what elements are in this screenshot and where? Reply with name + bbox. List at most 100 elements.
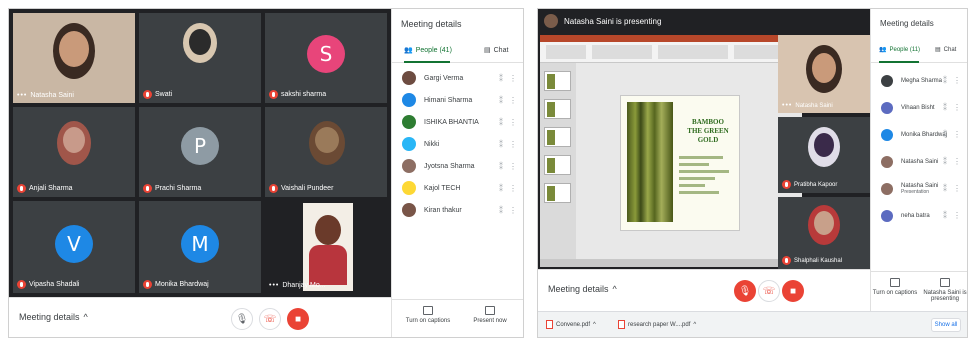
tab-chat[interactable]: ▤ Chat bbox=[484, 46, 509, 55]
mic-muted-icon: ⁑ bbox=[499, 95, 503, 105]
pdf-icon bbox=[618, 320, 625, 329]
participant-row[interactable]: Himani Sharma ⁑ ⋮ bbox=[392, 89, 523, 111]
tab-people-label: People (41) bbox=[415, 46, 452, 54]
tab-chat-label: Chat bbox=[493, 46, 509, 54]
participant-name: Kajol TECH bbox=[424, 184, 461, 192]
participant-row[interactable]: Kajol TECH ⁑ ⋮ bbox=[392, 177, 523, 199]
panel-tabs: 👥 People (11) ▤ Chat bbox=[871, 43, 967, 63]
mic-muted-icon: ⁑ bbox=[499, 161, 503, 171]
more-options-icon[interactable]: ⋮ bbox=[509, 206, 517, 215]
mic-muted-icon: ⁑ bbox=[499, 139, 503, 149]
participant-row[interactable]: ISHIKA BHANTIA ⁑ ⋮ bbox=[392, 111, 523, 133]
video-tile[interactable]: S sakshi sharma bbox=[265, 13, 387, 103]
participant-row[interactable]: Nikki ⁑ ⋮ bbox=[392, 133, 523, 155]
side-panel: Meeting details 👥 People (41) ▤ Chat Gar… bbox=[391, 9, 523, 337]
participant-row[interactable]: Megha Sharma ⁑ ⋮ bbox=[871, 67, 967, 94]
more-icon[interactable]: ••• bbox=[269, 282, 279, 289]
participant-name: Gargi Verma bbox=[424, 74, 464, 82]
participant-row[interactable]: Monika Bhardwaj ⁑ ⋮ bbox=[871, 121, 967, 148]
participant-face bbox=[59, 31, 89, 67]
camera-off-button[interactable]: ■ bbox=[782, 280, 804, 302]
more-options-icon[interactable]: ⋮ bbox=[509, 74, 517, 83]
more-options-icon[interactable]: ⋮ bbox=[509, 184, 517, 193]
more-options-icon[interactable]: ⋮ bbox=[953, 211, 961, 220]
participant-name-wrap: Natasha Saini bbox=[901, 159, 938, 165]
mic-off-icon bbox=[143, 184, 152, 193]
participant-row[interactable]: Natasha Saini Presentation ⁑ ⋮ bbox=[871, 175, 967, 202]
more-icon[interactable]: ••• bbox=[782, 102, 792, 109]
mic-off-icon bbox=[17, 280, 26, 289]
presenting-label: Natasha Saini is presenting bbox=[564, 16, 662, 26]
video-tile[interactable]: ••• Natasha Saini bbox=[13, 13, 135, 103]
tile-name-label: Dhanjay Mo... bbox=[282, 282, 326, 289]
video-tile[interactable]: ••• Natasha Saini bbox=[778, 35, 870, 113]
hang-up-icon: ☏ bbox=[263, 313, 277, 325]
more-options-icon[interactable]: ⋮ bbox=[953, 184, 961, 193]
download-item[interactable]: research paper W....pdf ^ bbox=[618, 320, 696, 329]
video-tile[interactable]: P Prachi Sharma bbox=[139, 107, 261, 197]
video-tile[interactable]: V Vipasha Shadali bbox=[13, 201, 135, 293]
participant-name: Monika Bhardwaj bbox=[901, 131, 948, 138]
more-options-icon[interactable]: ⋮ bbox=[509, 162, 517, 171]
participant-name: Nikki bbox=[424, 140, 440, 148]
participant-row[interactable]: Jyotsna Sharma ⁑ ⋮ bbox=[392, 155, 523, 177]
more-options-icon[interactable]: ⋮ bbox=[509, 118, 517, 127]
video-tile-self[interactable]: ••• Dhanjay Mo... bbox=[265, 201, 387, 293]
side-panel: Meeting details 👥 People (11) ▤ Chat Meg… bbox=[870, 9, 967, 311]
video-tile[interactable]: Swati bbox=[139, 13, 261, 103]
meeting-toolbar: Meeting details ^ 🎙 ☏ ■ bbox=[9, 297, 391, 337]
tab-people-label: People (11) bbox=[889, 46, 921, 53]
more-icon[interactable]: ••• bbox=[17, 92, 27, 99]
panel-title: Meeting details bbox=[401, 19, 462, 29]
tab-people[interactable]: 👥 People (41) bbox=[404, 46, 452, 55]
more-options-icon[interactable]: ⋮ bbox=[953, 157, 961, 166]
mic-off-button[interactable]: 🎙 bbox=[734, 280, 756, 302]
meeting-details-button[interactable]: Meeting details ^ bbox=[19, 312, 88, 322]
ribbon-group bbox=[592, 45, 652, 59]
tab-people[interactable]: 👥 People (11) bbox=[879, 46, 921, 54]
video-tile[interactable]: Anjali Sharma bbox=[13, 107, 135, 197]
panel-tabs: 👥 People (41) ▤ Chat bbox=[392, 43, 523, 63]
mic-button[interactable]: 🎙 bbox=[231, 308, 253, 330]
leave-call-button[interactable]: ☏ bbox=[259, 308, 281, 330]
present-now-button[interactable]: Present now bbox=[460, 306, 520, 324]
presenting-button[interactable]: Natasha Saini is presenting bbox=[921, 278, 967, 302]
tile-name-label: Natasha Saini bbox=[795, 102, 833, 109]
more-options-icon[interactable]: ⋮ bbox=[509, 96, 517, 105]
tab-chat[interactable]: ▤ Chat bbox=[935, 46, 956, 54]
tile-name-label: Natasha Saini bbox=[30, 92, 74, 99]
tile-name: Vipasha Shadali bbox=[17, 280, 79, 289]
video-tile[interactable]: Shalphali Kaushal bbox=[778, 197, 870, 269]
show-all-button[interactable]: Show all bbox=[931, 318, 961, 332]
meeting-details-label: Meeting details bbox=[548, 284, 609, 294]
camera-off-button[interactable]: ■ bbox=[287, 308, 309, 330]
more-options-icon[interactable]: ⋮ bbox=[953, 130, 961, 139]
mic-off-icon bbox=[782, 180, 791, 189]
participant-row[interactable]: Vihaan Bisht ⁑ ⋮ bbox=[871, 94, 967, 121]
powerpoint-ribbon bbox=[540, 35, 802, 63]
video-tile[interactable]: Vaishali Pundeer bbox=[265, 107, 387, 197]
avatar bbox=[881, 128, 893, 141]
chevron-up-icon: ^ bbox=[593, 321, 596, 328]
avatar-letter: V bbox=[55, 225, 93, 263]
captions-button[interactable]: Turn on captions bbox=[871, 278, 919, 296]
tile-name: ••• Natasha Saini bbox=[17, 92, 74, 99]
leave-call-button[interactable]: ☏ bbox=[758, 280, 780, 302]
slide-text-line bbox=[679, 177, 715, 180]
captions-button[interactable]: Turn on captions bbox=[398, 306, 458, 324]
avatar bbox=[881, 74, 893, 87]
more-options-icon[interactable]: ⋮ bbox=[953, 76, 961, 85]
video-tile[interactable]: M Monika Bhardwaj bbox=[139, 201, 261, 293]
people-icon: 👥 bbox=[879, 47, 887, 53]
download-item[interactable]: Convene.pdf ^ bbox=[546, 320, 596, 329]
participant-row[interactable]: Natasha Saini ⁑ ⋮ bbox=[871, 148, 967, 175]
participant-row[interactable]: Kiran thakur ⁑ ⋮ bbox=[392, 199, 523, 221]
presenting-bar: Natasha Saini is presenting bbox=[538, 9, 870, 33]
more-options-icon[interactable]: ⋮ bbox=[953, 103, 961, 112]
more-options-icon[interactable]: ⋮ bbox=[509, 140, 517, 149]
participant-row[interactable]: neha batra ⁑ ⋮ bbox=[871, 202, 967, 229]
meeting-details-label: Meeting details bbox=[19, 312, 80, 322]
participant-row[interactable]: Gargi Verma ⁑ ⋮ bbox=[392, 67, 523, 89]
meeting-details-button[interactable]: Meeting details ^ bbox=[548, 284, 617, 294]
video-tile[interactable]: Pratibha Kapoor bbox=[778, 117, 870, 193]
